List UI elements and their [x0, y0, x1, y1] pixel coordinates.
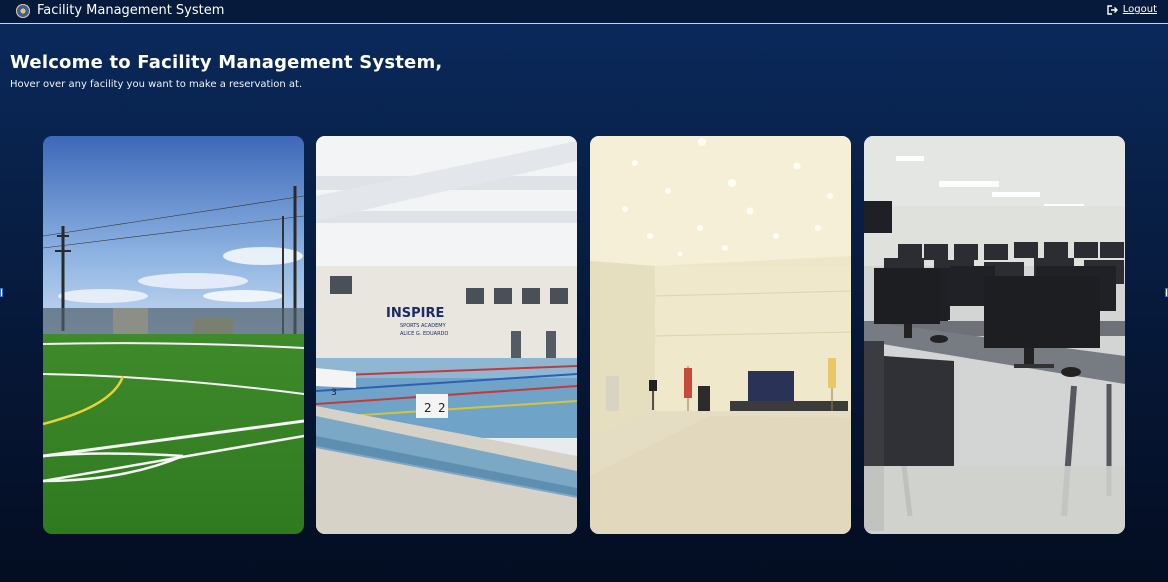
- facility-card-football-field[interactable]: [43, 136, 304, 534]
- page-instruction: Hover over any facility you want to make…: [10, 79, 303, 90]
- top-navbar: Facility Management System Logout: [0, 0, 1168, 24]
- lane-block-number: 3: [331, 388, 337, 398]
- facility-card-computer-lab[interactable]: [864, 136, 1125, 534]
- lane-block-number: 2: [438, 401, 446, 415]
- logout-link[interactable]: Logout: [1107, 4, 1157, 15]
- lane-block-number: 2: [424, 401, 432, 415]
- brand[interactable]: Facility Management System: [16, 3, 224, 19]
- function-hall-image: [590, 136, 851, 534]
- institution-seal-icon: [16, 4, 30, 18]
- logout-label: Logout: [1122, 4, 1157, 15]
- football-field-image: [43, 136, 304, 534]
- left-scroll-handle[interactable]: [0, 288, 3, 297]
- computer-laboratory-image: [864, 136, 1125, 534]
- facility-card-function-hall[interactable]: [590, 136, 851, 534]
- swimming-pool-image: INSPIRE SPORTS ACADEMY ALICE G. EDUARDO …: [316, 136, 577, 534]
- pool-signage-name: INSPIRE: [386, 306, 444, 321]
- logout-icon: [1107, 4, 1118, 15]
- app-title: Facility Management System: [37, 3, 225, 18]
- pool-signage-building: ALICE G. EDUARDO: [400, 331, 448, 337]
- pool-signage-academy: SPORTS ACADEMY: [400, 323, 447, 329]
- page-title: Welcome to Facility Management System,: [10, 52, 443, 73]
- facility-card-swimming-pool[interactable]: INSPIRE SPORTS ACADEMY ALICE G. EDUARDO …: [316, 136, 577, 534]
